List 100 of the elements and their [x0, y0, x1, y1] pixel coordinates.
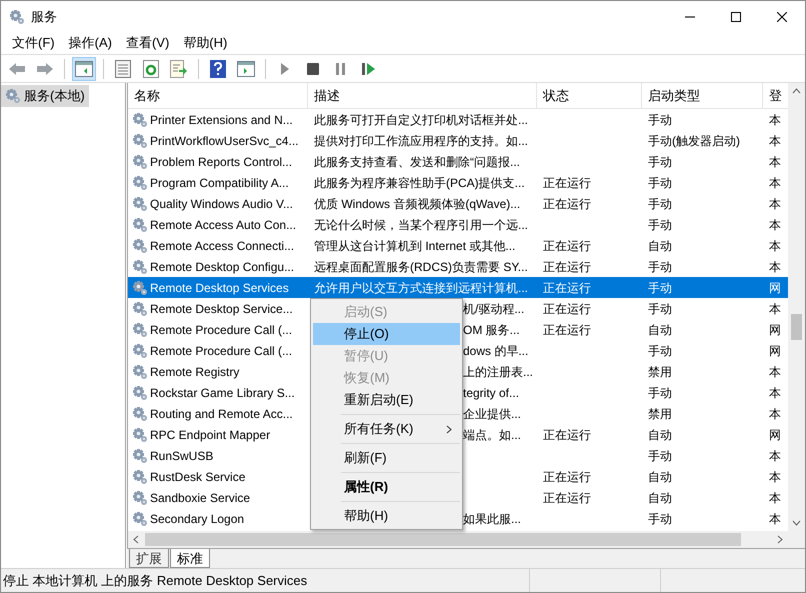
selected-row[interactable]: Remote Desktop Services 允许用户以交互方式连接到远程计算机... 正在运行 手动 网	[128, 277, 788, 298]
column-header[interactable]: 状态	[537, 83, 642, 108]
logon-as: 网	[769, 428, 781, 442]
menu-item[interactable]: 文件(F)	[5, 33, 62, 53]
service-name: Program Compatibility A...	[150, 174, 289, 192]
service-status: 正在运行	[543, 322, 591, 336]
context-menu-item[interactable]: 帮助(H)	[313, 505, 460, 527]
column-header[interactable]: 启动类型	[642, 83, 763, 108]
service-description: 此服务支持查看、发送和删除“问题报...	[314, 154, 520, 168]
gear-icon	[132, 406, 148, 422]
service-name: Remote Procedure Call (...	[150, 322, 292, 338]
service-description: 上的注册表...	[463, 364, 534, 378]
close-icon	[777, 12, 787, 22]
service-description: 提供对打印工作流应用程序的支持。如...	[314, 134, 528, 148]
logon-as: 本	[769, 406, 781, 420]
service-description: 管理从这台计算机到 Internet 或其他...	[314, 238, 516, 252]
logon-as: 本	[769, 490, 781, 504]
gear-icon	[132, 468, 148, 484]
service-status: 正在运行	[543, 490, 591, 504]
service-description: 此服务可打开自定义打印机对话框并处...	[314, 112, 528, 126]
service-name: Remote Desktop Service...	[150, 300, 293, 318]
service-name: Sandboxie Service	[150, 490, 250, 506]
gear-icon	[132, 426, 148, 442]
service-status: 正在运行	[543, 428, 591, 442]
context-menu-item[interactable]: 所有任务(K)	[313, 418, 460, 440]
logon-as: 本	[769, 218, 781, 232]
service-status: 正在运行	[543, 176, 591, 190]
startup-type: 手动	[648, 196, 672, 210]
startup-type: 自动	[648, 428, 672, 442]
logon-as: 本	[769, 448, 781, 462]
gear-icon	[132, 154, 148, 170]
service-name: RunSwUSB	[150, 448, 214, 464]
service-status: 正在运行	[543, 470, 591, 484]
service-name: Routing and Remote Acc...	[150, 406, 293, 422]
service-name: Remote Desktop Services	[150, 280, 289, 296]
logon-as: 网	[769, 344, 781, 358]
maximize-icon	[731, 12, 741, 22]
startup-type: 手动	[648, 260, 672, 274]
service-name: Remote Access Connecti...	[150, 238, 294, 254]
service-name: Quality Windows Audio V...	[150, 196, 293, 212]
service-description: 端点。如...	[463, 428, 522, 442]
vertical-scrollbar[interactable]	[788, 83, 805, 531]
logon-as: 本	[769, 134, 781, 148]
startup-type: 手动	[648, 112, 672, 126]
tree-pane-icon[interactable]	[72, 56, 96, 80]
context-menu-item[interactable]: 停止(O)	[313, 323, 460, 345]
service-status: 正在运行	[543, 238, 591, 252]
gear-icon	[132, 112, 148, 128]
menu-item[interactable]: 帮助(H)	[176, 33, 234, 53]
service-name: Secondary Logon	[150, 510, 244, 528]
startup-type: 自动	[648, 490, 672, 504]
logon-as: 本	[769, 196, 781, 210]
logon-as: 本	[769, 238, 781, 252]
app-gear-icon	[9, 8, 25, 24]
service-description: 企业提供...	[463, 406, 522, 420]
startup-type: 手动	[648, 512, 672, 526]
scroll-thumb[interactable]	[791, 314, 802, 340]
service-description: 机/驱动程...	[463, 302, 524, 316]
service-name: Remote Desktop Configu...	[150, 258, 294, 276]
column-header[interactable]: 名称	[128, 83, 308, 108]
startup-type: 手动	[648, 176, 672, 190]
service-description: OM 服务...	[463, 322, 520, 336]
context-menu-item[interactable]: 刷新(F)	[313, 447, 460, 469]
service-status: 正在运行	[543, 196, 591, 210]
window-title: 服务	[31, 8, 57, 26]
gear-icon	[132, 342, 148, 358]
service-status: 正在运行	[543, 260, 591, 274]
gear-icon	[5, 88, 21, 104]
service-status: 正在运行	[543, 280, 591, 294]
gear-icon	[132, 448, 148, 464]
service-description: 如果此服...	[463, 512, 522, 526]
service-description: dows 的早...	[463, 344, 528, 358]
gear-icon	[132, 174, 148, 190]
gear-icon	[132, 132, 148, 148]
logon-as: 网	[769, 322, 781, 336]
service-description: 允许用户以交互方式连接到远程计算机...	[314, 280, 528, 294]
view-tab[interactable]: 扩展	[129, 549, 169, 568]
startup-type: 手动	[648, 154, 672, 168]
startup-type: 自动	[648, 322, 672, 336]
tree-item[interactable]: 服务(本地)	[1, 85, 89, 107]
menu-item[interactable]: 操作(A)	[62, 33, 119, 53]
column-header[interactable]: 描述	[308, 83, 537, 108]
service-name: RustDesk Service	[150, 468, 246, 486]
logon-as: 本	[769, 512, 781, 526]
column-header[interactable]: 登	[763, 83, 788, 108]
service-name: RPC Endpoint Mapper	[150, 426, 270, 444]
logon-as: 本	[769, 154, 781, 168]
context-menu-item[interactable]: 属性(R)	[313, 476, 460, 498]
service-name: Printer Extensions and N...	[150, 112, 293, 128]
gear-icon	[132, 258, 148, 274]
gear-icon	[132, 490, 148, 506]
logon-as: 本	[769, 386, 781, 400]
startup-type: 手动	[648, 218, 672, 232]
service-name: PrintWorkflowUserSvc_c4...	[150, 132, 298, 150]
context-menu-item[interactable]: 重新启动(E)	[313, 389, 460, 411]
menu-item[interactable]: 查看(V)	[118, 33, 176, 53]
horizontal-scrollbar[interactable]	[127, 531, 805, 548]
view-tab[interactable]: 标准	[170, 549, 210, 568]
service-status: 正在运行	[543, 302, 591, 316]
startup-type: 手动	[648, 344, 672, 358]
